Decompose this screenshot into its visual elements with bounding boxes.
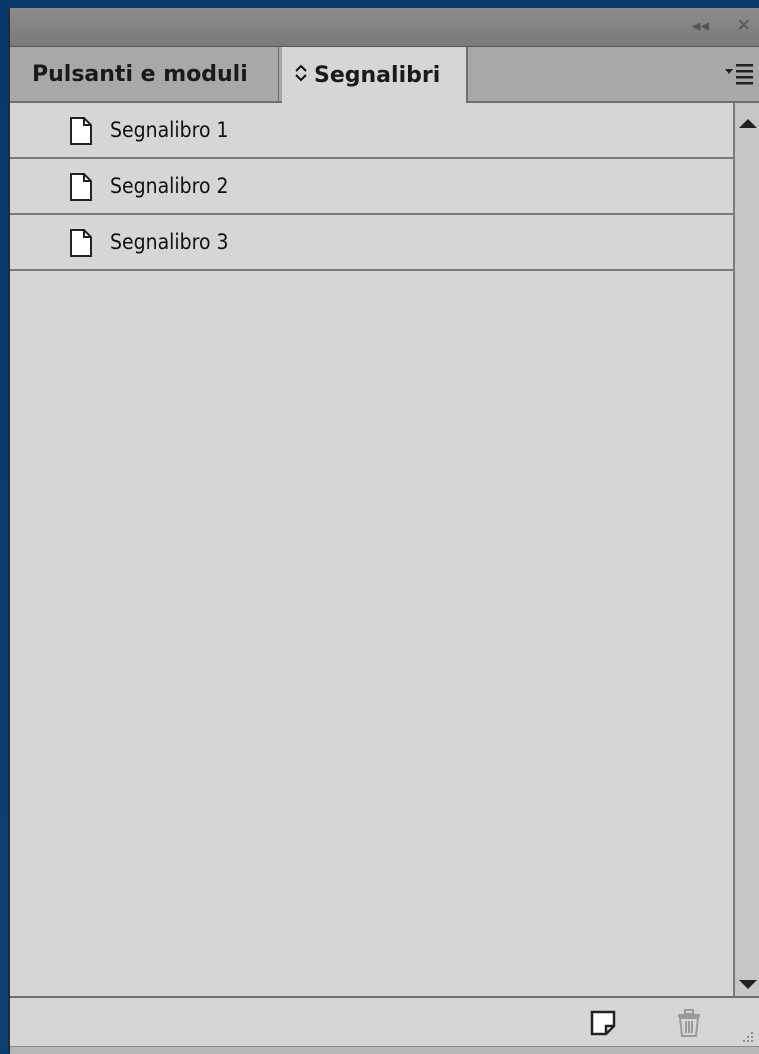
- bookmark-item-3[interactable]: Segnalibro 3: [10, 215, 733, 271]
- tab-pulsanti-e-moduli[interactable]: Pulsanti e moduli: [10, 47, 279, 101]
- tab-label: Pulsanti e moduli: [32, 61, 248, 87]
- trash-icon[interactable]: [674, 1008, 704, 1038]
- document-icon: [68, 229, 94, 257]
- bookmark-label: Segnalibro 3: [110, 230, 229, 254]
- panel-footer: [10, 996, 759, 1048]
- document-icon: [68, 173, 94, 201]
- scroll-up-arrow-icon[interactable]: [739, 119, 757, 128]
- new-bookmark-icon[interactable]: [590, 1010, 616, 1036]
- bookmark-label: Segnalibro 1: [110, 118, 229, 142]
- tab-segnalibri[interactable]: Segnalibri: [282, 47, 468, 103]
- vertical-scrollbar[interactable]: [733, 103, 759, 1001]
- resize-grip-icon[interactable]: [739, 1028, 755, 1044]
- bookmarks-panel: ◂◂ ✕ Pulsanti e moduli Segnalibri Segnal…: [8, 8, 759, 1054]
- panel-tabbar: Pulsanti e moduli Segnalibri: [10, 47, 759, 103]
- bookmark-item-2[interactable]: Segnalibro 2: [10, 159, 733, 215]
- window-edge: [0, 0, 8, 1053]
- close-icon[interactable]: ✕: [737, 16, 751, 36]
- bookmark-label: Segnalibro 2: [110, 174, 229, 198]
- document-icon: [68, 117, 94, 145]
- tab-label: Segnalibri: [314, 62, 441, 88]
- double-chevron-left-icon[interactable]: ◂◂: [692, 16, 709, 36]
- panel-titlebar[interactable]: ◂◂ ✕: [10, 8, 759, 47]
- scroll-down-arrow-icon[interactable]: [739, 980, 757, 989]
- bookmark-list: Segnalibro 1 Segnalibro 2 Segnalibro 3: [10, 103, 733, 996]
- bookmark-item-1[interactable]: Segnalibro 1: [10, 103, 733, 159]
- up-down-arrows-icon: [294, 63, 308, 88]
- panel-menu-icon[interactable]: [725, 61, 755, 90]
